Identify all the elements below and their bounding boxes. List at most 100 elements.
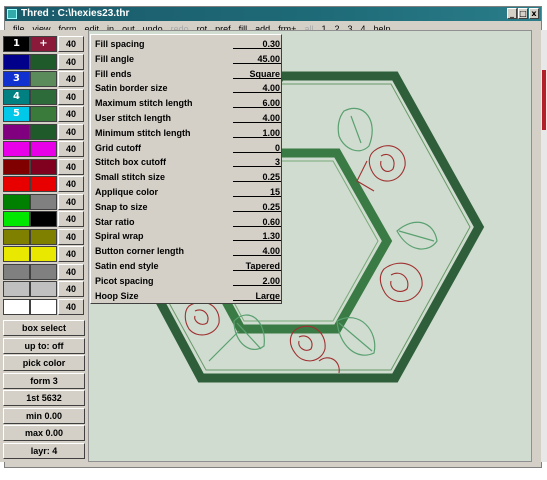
thread-color-swatch-4[interactable] xyxy=(30,88,57,105)
thread-size-value[interactable]: 40 xyxy=(58,88,84,105)
thread-size-value[interactable]: 40 xyxy=(58,281,84,297)
thread-size-value[interactable]: 40 xyxy=(58,53,84,70)
thread-size-value[interactable]: 40 xyxy=(58,211,84,227)
pref-value[interactable]: 6.00 xyxy=(233,97,281,109)
pref-value[interactable]: 0.30 xyxy=(233,38,281,49)
thread-color-swatch-5[interactable] xyxy=(30,106,57,122)
color-swatch-9[interactable] xyxy=(3,176,30,192)
pref-row[interactable]: Spiral wrap 1.30 xyxy=(95,230,281,242)
pref-value[interactable]: 0.25 xyxy=(233,171,281,183)
pref-value[interactable]: 0.60 xyxy=(233,216,281,227)
pref-value[interactable]: 1.00 xyxy=(233,127,281,138)
pref-label: Picot spacing xyxy=(95,275,154,286)
thread-size-value[interactable]: 40 xyxy=(58,298,84,315)
pref-row[interactable]: Grid cutoff 0 xyxy=(95,142,281,154)
thread-size-value[interactable]: 40 xyxy=(58,123,84,140)
thread-size-value[interactable]: 40 xyxy=(58,176,84,192)
color-swatch-1[interactable]: 1 xyxy=(3,36,30,52)
pref-value[interactable]: Square xyxy=(233,68,281,79)
status-button-min-0-00[interactable]: min 0.00 xyxy=(3,407,85,424)
color-swatch-7[interactable] xyxy=(3,141,30,157)
pref-row[interactable]: Small stitch size 0.25 xyxy=(95,171,281,183)
thread-color-swatch-1[interactable]: + xyxy=(30,36,57,52)
pref-row[interactable]: Fill angle 45.00 xyxy=(95,53,281,65)
status-button-box-select[interactable]: box select xyxy=(3,320,85,336)
pref-value[interactable]: 15 xyxy=(233,186,281,197)
thread-size-value[interactable]: 40 xyxy=(58,106,84,122)
color-swatch-11[interactable] xyxy=(3,211,30,227)
minimize-button[interactable]: _ xyxy=(507,8,517,19)
color-swatch-6[interactable] xyxy=(3,123,30,140)
pref-value[interactable]: 1.30 xyxy=(233,230,281,242)
thread-color-swatch-12[interactable] xyxy=(30,228,57,245)
thread-color-swatch-2[interactable] xyxy=(30,53,57,70)
color-swatch-14[interactable] xyxy=(3,263,30,280)
thread-color-swatch-7[interactable] xyxy=(30,141,57,157)
color-swatch-10[interactable] xyxy=(3,193,30,210)
pref-value[interactable]: 4.00 xyxy=(233,82,281,94)
color-swatch-12[interactable] xyxy=(3,228,30,245)
color-swatch-5[interactable]: 5 xyxy=(3,106,30,122)
pref-value[interactable]: 4.00 xyxy=(233,245,281,257)
thread-size-value[interactable]: 40 xyxy=(58,246,84,262)
color-swatch-2[interactable] xyxy=(3,53,30,70)
pref-row[interactable]: Applique color 15 xyxy=(95,186,281,198)
color-swatch-4[interactable]: 4 xyxy=(3,88,30,105)
pref-row[interactable]: Picot spacing 2.00 xyxy=(95,275,281,287)
thread-size-value[interactable]: 40 xyxy=(58,36,84,52)
thread-size-value[interactable]: 40 xyxy=(58,263,84,280)
color-swatch-3[interactable]: 3 xyxy=(3,71,30,87)
thread-color-swatch-13[interactable] xyxy=(30,246,57,262)
pref-row[interactable]: Hoop Size Large xyxy=(95,290,281,302)
pref-label: Satin border size xyxy=(95,83,168,94)
vertical-scrollbar[interactable] xyxy=(541,30,547,462)
thread-color-swatch-6[interactable] xyxy=(30,123,57,140)
pref-value[interactable]: 4.00 xyxy=(233,112,281,123)
pref-value[interactable]: 2.00 xyxy=(233,275,281,286)
thread-size-value[interactable]: 40 xyxy=(58,141,84,157)
thread-size-value[interactable]: 40 xyxy=(58,193,84,210)
pref-row[interactable]: Fill ends Square xyxy=(95,68,281,80)
thread-color-swatch-8[interactable] xyxy=(30,158,57,175)
thread-color-swatch-11[interactable] xyxy=(30,211,57,227)
thread-color-swatch-3[interactable] xyxy=(30,71,57,87)
thread-color-swatch-10[interactable] xyxy=(30,193,57,210)
pref-row[interactable]: Snap to size 0.25 xyxy=(95,201,281,213)
pref-row[interactable]: Maximum stitch length 6.00 xyxy=(95,97,281,109)
pref-label: Fill ends xyxy=(95,68,132,79)
thread-color-swatch-15[interactable] xyxy=(30,281,57,297)
thread-color-swatch-14[interactable] xyxy=(30,263,57,280)
pref-value[interactable]: 0.25 xyxy=(233,201,281,212)
pref-value[interactable]: 0 xyxy=(233,142,281,153)
pref-value[interactable]: Large xyxy=(233,290,281,301)
color-swatch-13[interactable] xyxy=(3,246,30,262)
status-button-form-3[interactable]: form 3 xyxy=(3,372,85,389)
pref-value[interactable]: 45.00 xyxy=(233,53,281,64)
close-button[interactable]: x xyxy=(529,8,539,19)
color-swatch-16[interactable] xyxy=(3,298,30,315)
status-button-max-0-00[interactable]: max 0.00 xyxy=(3,425,85,441)
thread-color-swatch-16[interactable] xyxy=(30,298,57,315)
status-button-1st-5632[interactable]: 1st 5632 xyxy=(3,390,85,406)
pref-row[interactable]: Satin border size 4.00 xyxy=(95,82,281,94)
status-button-up-to-off[interactable]: up to: off xyxy=(3,337,85,354)
pref-row[interactable]: Minimum stitch length 1.00 xyxy=(95,127,281,139)
pref-row[interactable]: Star ratio 0.60 xyxy=(95,216,281,228)
maximize-button[interactable]: □ xyxy=(518,8,528,19)
status-button-pick-color[interactable]: pick color xyxy=(3,355,85,371)
thread-size-value[interactable]: 40 xyxy=(58,228,84,245)
color-swatch-8[interactable] xyxy=(3,158,30,175)
pref-row[interactable]: Satin end style Tapered xyxy=(95,260,281,272)
pref-row[interactable]: Button corner length 4.00 xyxy=(95,245,281,257)
pref-row[interactable]: Fill spacing 0.30 xyxy=(95,38,281,50)
thread-color-swatch-9[interactable] xyxy=(30,176,57,192)
pref-value[interactable]: 3 xyxy=(233,156,281,168)
pref-value[interactable]: Tapered xyxy=(233,260,281,271)
color-swatch-15[interactable] xyxy=(3,281,30,297)
thread-size-value[interactable]: 40 xyxy=(58,71,84,87)
pref-row[interactable]: User stitch length 4.00 xyxy=(95,112,281,124)
title-bar[interactable]: Thred : C:\hexies23.thr _ □ x xyxy=(5,7,541,21)
pref-row[interactable]: Stitch box cutoff 3 xyxy=(95,156,281,168)
status-button-layr-4[interactable]: layr: 4 xyxy=(3,442,85,459)
thread-size-value[interactable]: 40 xyxy=(58,158,84,175)
